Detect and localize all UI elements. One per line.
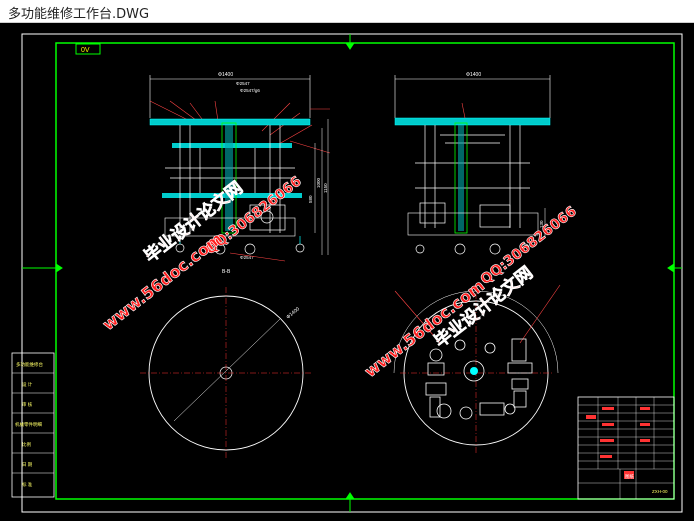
drawing-frame: [55, 42, 675, 500]
top-plan-circle: Φ1400: [140, 287, 312, 459]
legend-row-1: 多功能维修台: [16, 361, 43, 368]
legend-row-2: 设 计: [22, 381, 33, 388]
dim-top-left-width: Φ1400: [218, 72, 233, 78]
dim-callout-b: Φ2547/g6: [240, 88, 260, 93]
side-elevation-view: Φ1400 130: [394, 72, 551, 255]
legend-row-5: 比例: [22, 441, 31, 448]
title-block-code: ZXH-00: [652, 489, 668, 494]
watermark-right: 毕业设计论文网 QQ:306826066 www.56doc.com: [360, 203, 580, 381]
dim-height-total: 1150: [323, 183, 328, 193]
dim-height-inner: 1000: [316, 177, 321, 188]
section-label: B-B: [222, 269, 231, 275]
dim-top-right-width: Φ1400: [466, 72, 481, 78]
legend-row-7: 标 准: [22, 481, 33, 488]
legend-row-3: 审 核: [22, 401, 33, 408]
title-block-label: 图纸: [625, 473, 634, 480]
dim-callout-a: Φ2547: [236, 81, 250, 86]
outer-border: [21, 33, 683, 513]
window-title: 多功能维修工作台.DWG: [8, 7, 150, 22]
dim-circle-diameter: Φ1400: [285, 306, 301, 320]
legend-row-6: 日 期: [22, 462, 33, 468]
sheet-tag: 0V: [81, 47, 90, 54]
dim-height-mid: 580: [308, 195, 313, 203]
window-titlebar: 多功能维修工作台.DWG: [0, 0, 694, 23]
cad-drawing-canvas[interactable]: 0V Φ1400 Φ2547 Φ2547/g6 580 1000 1150 B-…: [0, 23, 694, 521]
left-legend-table: 多功能维修台 设 计 审 核 机械零件明细 比例 日 期 标 准: [11, 352, 55, 498]
title-block: 图纸 ZXH-00: [577, 396, 675, 500]
centering-marks: [22, 34, 682, 512]
legend-row-4: 机械零件明细: [15, 421, 42, 428]
